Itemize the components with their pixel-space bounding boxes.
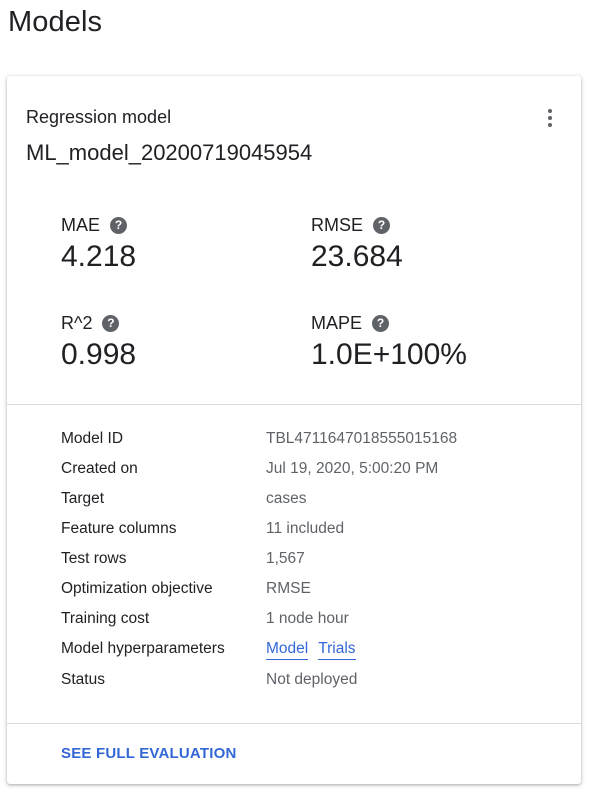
metric-value: 1.0E+100%: [311, 338, 467, 371]
detail-value: 1,567: [266, 550, 305, 567]
metric-label: MAE: [61, 215, 101, 235]
detail-value: Not deployed: [266, 671, 358, 688]
metric-rmse: RMSE ? 23.684: [311, 215, 403, 274]
metric-value: 4.218: [61, 240, 137, 273]
help-icon[interactable]: ?: [102, 315, 120, 332]
model-hyperparameters-link[interactable]: Model: [266, 640, 309, 660]
detail-row-test-rows: Test rows 1,567: [61, 550, 541, 580]
metric-mape: MAPE ? 1.0E+100%: [311, 313, 467, 372]
detail-row-target: Target cases: [61, 490, 541, 520]
detail-value: 1 node hour: [266, 610, 349, 627]
model-name: ML_model_20200719045954: [26, 140, 313, 165]
more-dot: [548, 109, 552, 113]
detail-row-model-id: Model ID TBL4711647018555015168: [61, 430, 541, 460]
detail-key: Model hyperparameters: [61, 640, 225, 657]
help-icon[interactable]: ?: [110, 217, 128, 234]
detail-row-status: Status Not deployed: [61, 671, 541, 701]
detail-value: TBL4711647018555015168: [266, 430, 458, 447]
model-card: Regression model ML_model_20200719045954…: [7, 76, 581, 784]
more-dot: [548, 123, 552, 127]
detail-key: Model ID: [61, 430, 124, 447]
help-icon[interactable]: ?: [372, 315, 390, 332]
metric-r2: R^2 ? 0.998: [61, 313, 136, 372]
detail-key: Target: [61, 490, 105, 507]
detail-row-created-on: Created on Jul 19, 2020, 5:00:20 PM: [61, 460, 541, 490]
model-type-label: Regression model: [26, 107, 172, 127]
detail-row-training-cost: Training cost 1 node hour: [61, 610, 541, 640]
detail-row-feature-columns: Feature columns 11 included: [61, 520, 541, 550]
metric-label: MAPE: [311, 313, 363, 333]
more-dot: [548, 116, 552, 120]
metric-value: 23.684: [311, 240, 403, 273]
metric-label: RMSE: [311, 215, 364, 235]
help-icon[interactable]: ?: [373, 217, 391, 234]
detail-row-model-hyperparameters: Model hyperparameters Model Trials: [61, 640, 541, 670]
see-full-evaluation-button[interactable]: SEE FULL EVALUATION: [61, 745, 236, 762]
divider: [7, 404, 581, 405]
page-title: Models: [8, 6, 103, 38]
metric-label: R^2: [61, 313, 93, 333]
feature-columns-link[interactable]: 11 included: [266, 520, 344, 538]
detail-row-optimization-objective: Optimization objective RMSE: [61, 580, 541, 610]
metric-mae: MAE ? 4.218: [61, 215, 136, 274]
detail-value: Jul 19, 2020, 5:00:20 PM: [266, 460, 439, 477]
more-vert-icon[interactable]: [541, 106, 559, 130]
trials-link[interactable]: Trials: [318, 640, 356, 660]
detail-key: Test rows: [61, 550, 127, 567]
detail-key: Training cost: [61, 610, 150, 627]
detail-value: RMSE: [266, 580, 311, 597]
metric-value: 0.998: [61, 338, 137, 371]
detail-key: Feature columns: [61, 520, 177, 537]
detail-key: Optimization objective: [61, 580, 213, 597]
detail-key: Status: [61, 671, 105, 688]
hyperparameter-links: Model Trials: [266, 640, 366, 660]
detail-key: Created on: [61, 460, 138, 477]
divider: [7, 723, 581, 724]
detail-value: cases: [266, 490, 307, 507]
